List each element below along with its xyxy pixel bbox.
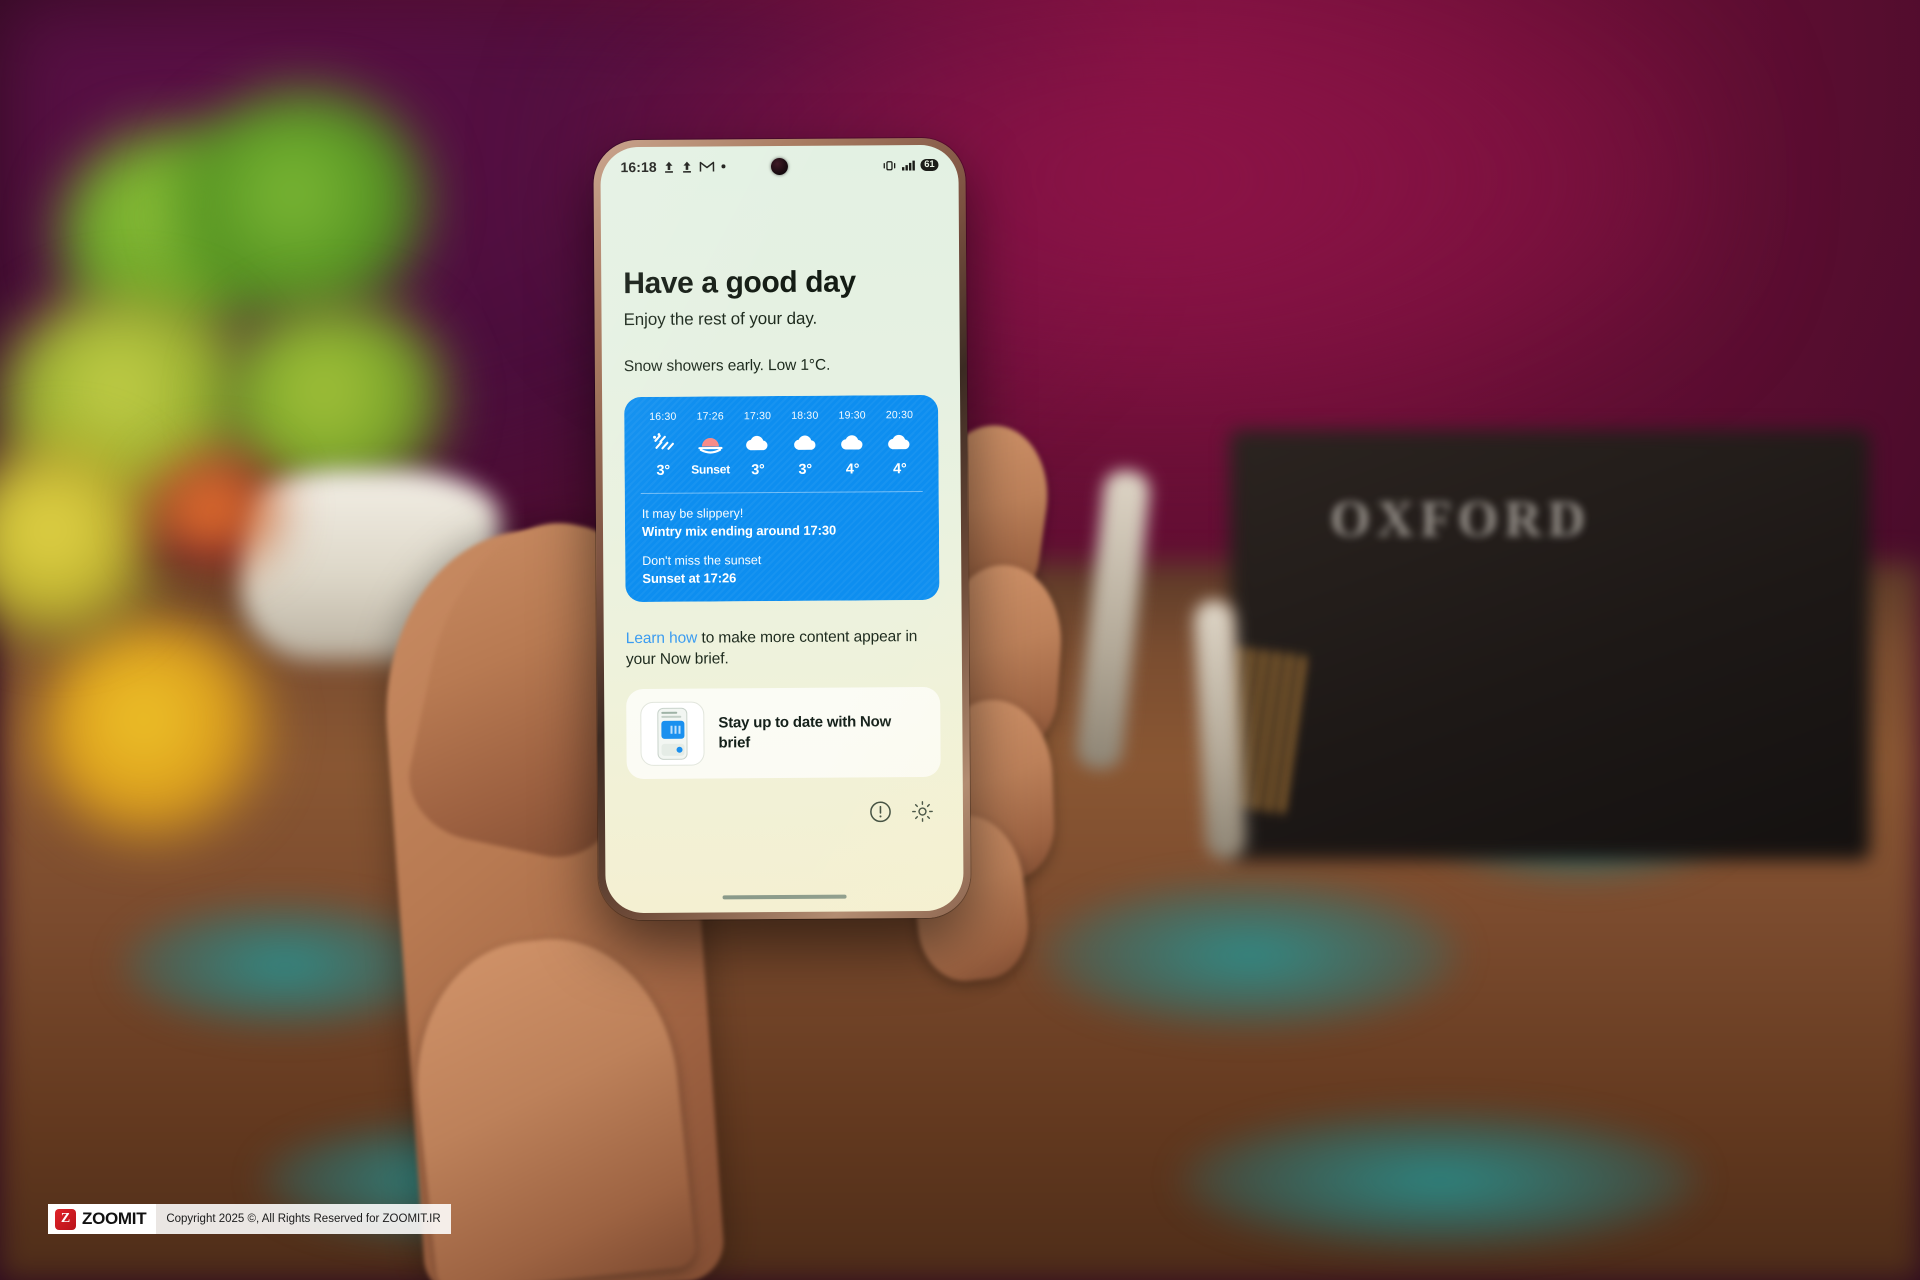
cloud-icon [781,428,829,458]
plant-flower [40,620,270,840]
now-brief-content: Have a good day Enjoy the rest of your d… [601,193,964,913]
watermark-copyright: Copyright 2025 ©, All Rights Reserved fo… [156,1204,451,1234]
forecast-temp: 4° [893,461,907,478]
upload-arrow-icon [682,160,693,173]
cloud-icon [829,427,877,457]
gear-icon[interactable] [909,799,935,825]
status-bar-clock: 16:18 [620,158,657,176]
hourly-forecast-item[interactable]: 16:30 3° [639,411,687,479]
mini-phone-weather-card [660,720,684,739]
weather-alert-sunset: Don't miss the sunset Sunset at 17:26 [637,537,927,586]
promo-title: Stay up to date with Now brief [718,713,892,752]
sleet-icon [639,429,687,459]
mini-phone-footer [660,743,685,756]
learn-how-link[interactable]: Learn how [626,630,698,647]
hourly-forecast-item[interactable]: 17:30 3° [734,410,782,478]
desk-teal-patch [1180,1110,1700,1250]
weather-card[interactable]: 16:30 3° 17:26 Sunset 17:30 3° 18:30 3° … [624,394,940,603]
page-subtitle: Enjoy the rest of your day. [623,308,818,330]
alert-title: Don't miss the sunset [642,553,762,568]
vibrate-icon [882,160,896,171]
phone-screen: 16:18 61 Have a good day Enjoy the rest … [600,144,964,914]
home-indicator[interactable] [722,894,847,900]
action-bar [627,799,941,827]
phone-device: 16:18 61 Have a good day Enjoy the rest … [593,137,971,921]
pot-accent [150,455,280,565]
signal-bars-icon [901,160,915,171]
mini-phone-line [660,716,682,718]
hourly-forecast-item[interactable]: 17:26 Sunset [686,410,734,478]
info-icon[interactable] [867,799,893,825]
status-bar-right: 61 [882,158,939,172]
front-camera-punch-hole [770,157,789,176]
hourly-forecast-item[interactable]: 19:30 4° [828,409,876,477]
forecast-time: 17:26 [696,410,724,423]
watermark-logo: Z ZOOMIT [48,1204,157,1234]
promo-card[interactable]: Stay up to date with Now brief [626,686,941,779]
upload-arrow-icon [664,160,675,173]
alert-title: It may be slippery! [641,506,744,521]
dot-indicator-icon [721,164,726,169]
forecast-temp: 4° [845,461,860,478]
cloud-icon [876,427,924,457]
hourly-forecast-item[interactable]: 18:30 3° [781,410,829,478]
forecast-temp: Sunset [691,462,731,477]
cloud-icon [734,428,782,458]
hourly-forecast-row: 16:30 3° 17:26 Sunset 17:30 3° 18:30 3° … [636,409,926,479]
desk-teal-patch [1040,880,1460,1030]
phone-preview-icon [640,701,705,766]
hourly-forecast-item[interactable]: 20:30 4° [876,409,924,477]
sunset-icon [687,428,735,458]
forecast-time: 18:30 [791,409,819,422]
mini-phone-line [660,711,677,715]
page-title: Have a good day [623,265,856,301]
status-bar-left: 16:18 [620,158,726,176]
weather-alert-slippery: It may be slippery! Wintry mix ending ar… [637,492,927,539]
plant-foliage [180,90,430,320]
watermark-brand: ZOOMIT [82,1209,147,1228]
learn-how-paragraph: Learn how to make more content appear in… [626,627,940,671]
forecast-time: 17:30 [743,410,772,423]
notebook-logo: OXFORD [1330,491,1592,548]
weather-summary-text: Snow showers early. Low 1°C. [623,356,831,376]
mini-phone-illustration [657,707,688,760]
battery-indicator: 61 [920,158,939,172]
forecast-temp: 3° [751,462,765,479]
zoomit-logo-icon: Z [55,1208,76,1230]
watermark: Z ZOOMIT Copyright 2025 ©, All Rights Re… [48,1204,451,1234]
forecast-time: 19:30 [838,409,866,422]
forecast-time: 16:30 [649,410,677,423]
alert-detail: Sunset at 17:26 [642,570,737,586]
gmail-icon [700,160,715,172]
forecast-time: 20:30 [885,409,914,422]
forecast-temp: 3° [798,461,813,478]
forecast-temp: 3° [656,462,671,479]
